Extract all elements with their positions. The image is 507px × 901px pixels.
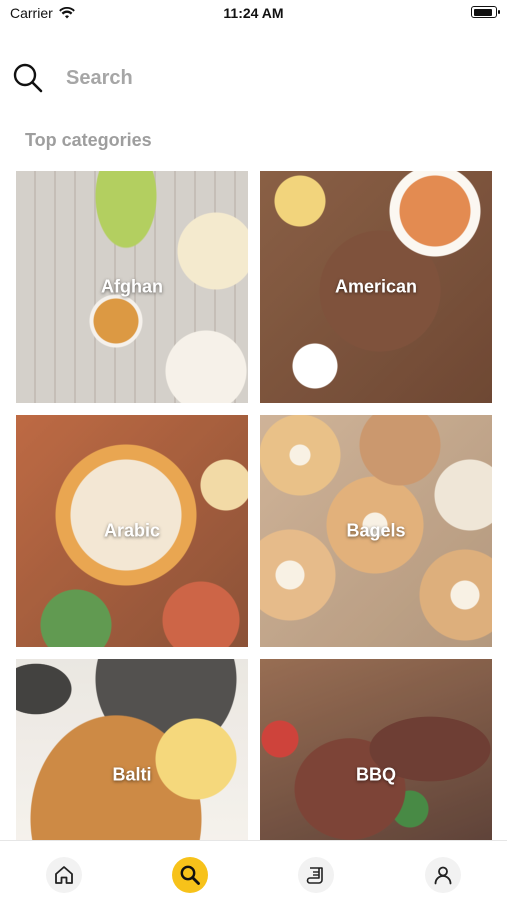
category-tile-american[interactable]: American — [260, 171, 492, 403]
tab-home[interactable] — [46, 857, 82, 893]
category-label: Balti — [112, 764, 152, 785]
category-tile-arabic[interactable]: Arabic — [16, 415, 248, 647]
category-label: BBQ — [356, 764, 396, 785]
category-label: Bagels — [346, 520, 406, 541]
category-tile-bagels[interactable]: Bagels — [260, 415, 492, 647]
orders-icon — [306, 867, 323, 884]
section-title: Top categories — [25, 130, 152, 150]
profile-icon — [434, 866, 452, 885]
tab-orders[interactable] — [298, 857, 334, 893]
clock: 11:24 AM — [223, 5, 284, 21]
search-bar[interactable] — [12, 60, 492, 96]
search-input[interactable] — [64, 65, 468, 91]
tab-profile[interactable] — [425, 857, 461, 893]
search-icon — [13, 63, 43, 93]
category-label: Arabic — [103, 520, 161, 541]
category-tile-bbq[interactable]: BBQ — [260, 659, 492, 840]
category-label: Afghan — [101, 276, 163, 297]
battery-icon — [471, 6, 500, 18]
status-bar: Carrier 11:24 AM — [0, 0, 507, 30]
search-icon — [180, 865, 200, 885]
category-tile-balti[interactable]: Balti — [16, 659, 248, 840]
home-icon — [55, 866, 73, 884]
tab-bar — [0, 840, 507, 901]
battery-level — [473, 8, 492, 16]
tab-search[interactable] — [172, 857, 208, 893]
category-label: American — [334, 276, 418, 297]
category-tile-afghan[interactable]: Afghan — [16, 171, 248, 403]
